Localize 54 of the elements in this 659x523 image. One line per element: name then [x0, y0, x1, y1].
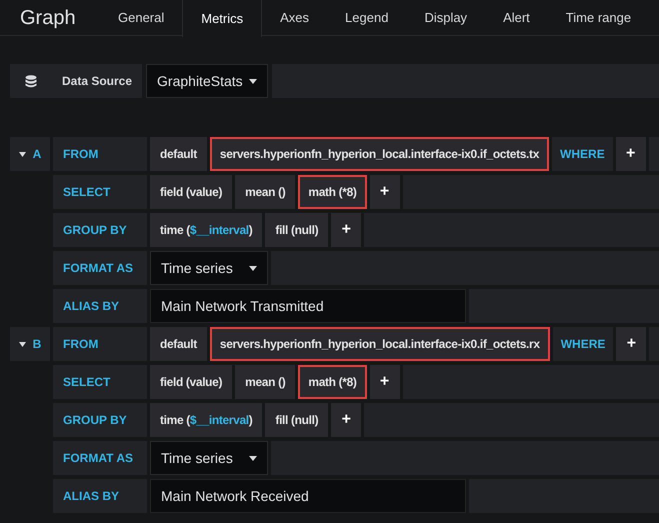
query-segment[interactable]: field (value) — [150, 175, 232, 209]
row-label: ALIAS BY — [53, 289, 147, 323]
query-segment[interactable]: math (*8) — [298, 175, 367, 209]
tab[interactable]: Time range — [548, 0, 650, 36]
tab[interactable]: Metrics — [182, 0, 262, 37]
row-label: ALIAS BY — [53, 479, 147, 513]
caret-icon — [18, 152, 26, 156]
row-label: FORMAT AS — [53, 251, 147, 285]
data-source-dropdown[interactable]: GraphiteStats — [146, 64, 268, 98]
caret-icon — [248, 78, 257, 84]
query-segment[interactable]: fill (null) — [265, 403, 328, 437]
caret-icon — [249, 266, 257, 270]
alias-input[interactable]: Main Network Received — [150, 479, 466, 513]
row-label: FORMAT AS — [53, 441, 147, 475]
where-button[interactable]: WHERE — [552, 137, 613, 171]
tab[interactable]: Legend — [327, 0, 406, 36]
add-button[interactable]: + — [331, 213, 362, 247]
where-button[interactable]: WHERE — [552, 327, 614, 361]
tab[interactable]: Alert — [485, 0, 548, 36]
caret-icon — [18, 342, 26, 346]
query-toggle[interactable]: B — [10, 327, 50, 361]
query-segment[interactable]: fill (null) — [265, 213, 328, 247]
query-segment[interactable]: servers.hyperionfn_hyperion_local.interface-ix0.if_octets.tx — [210, 137, 550, 171]
tab[interactable]: Display — [406, 0, 486, 36]
query-segment[interactable]: servers.hyperionfn_hyperion_local.interface-ix0.if_octets.rx — [210, 327, 550, 361]
query-segment[interactable]: default — [150, 137, 207, 171]
query-segment[interactable]: default — [150, 327, 207, 361]
row-label: GROUP BY — [53, 403, 147, 437]
format-dropdown[interactable]: Time series — [150, 251, 268, 285]
query-segment[interactable]: math (*8) — [298, 365, 367, 399]
panel-title: Graph — [19, 6, 77, 30]
add-button[interactable]: + — [616, 327, 646, 361]
tab[interactable]: Axes — [262, 0, 328, 36]
caret-icon — [249, 456, 257, 460]
add-button[interactable]: + — [616, 137, 646, 171]
tab[interactable]: General — [100, 0, 182, 36]
data-source-label: Data Source — [52, 64, 142, 98]
row-label: SELECT — [53, 175, 147, 209]
query-segment[interactable]: mean () — [235, 175, 296, 209]
query-segment[interactable]: time ($__interval) — [150, 403, 262, 437]
alias-input[interactable]: Main Network Transmitted — [150, 289, 466, 323]
add-button[interactable]: + — [370, 175, 400, 209]
row-label: FROM — [53, 137, 147, 171]
add-button[interactable]: + — [370, 365, 400, 399]
format-dropdown[interactable]: Time series — [150, 441, 268, 475]
query-segment[interactable]: time ($__interval) — [150, 213, 262, 247]
database-icon — [25, 74, 37, 88]
add-button[interactable]: + — [331, 403, 362, 437]
query-segment[interactable]: field (value) — [150, 365, 232, 399]
row-label: SELECT — [53, 365, 147, 399]
query-segment[interactable]: mean () — [235, 365, 296, 399]
row-label: GROUP BY — [53, 213, 147, 247]
query-toggle[interactable]: A — [10, 137, 50, 171]
row-label: FROM — [53, 327, 147, 361]
